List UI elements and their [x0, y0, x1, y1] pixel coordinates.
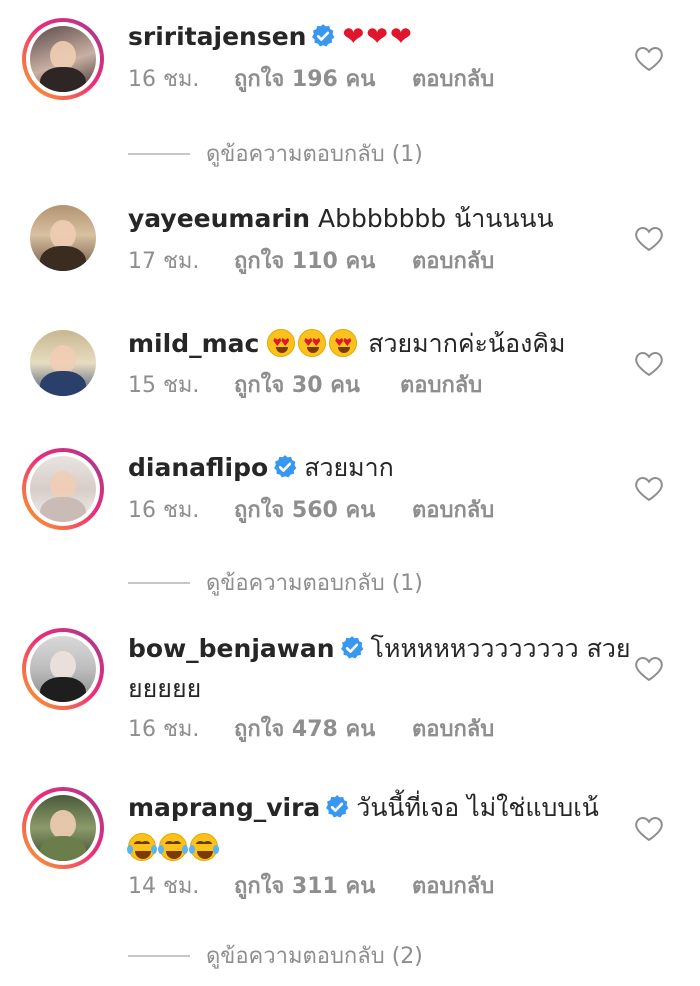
- comment-likes[interactable]: ถูกใจ 196 คน: [234, 66, 412, 94]
- avatar[interactable]: [22, 18, 104, 100]
- view-replies-button[interactable]: ดูข้อความตอบกลับ (2): [128, 938, 423, 973]
- heart-outline-icon[interactable]: [634, 814, 664, 842]
- verified-badge-icon: [312, 24, 335, 47]
- comment-meta: 17 ชม. ถูกใจ 110 คน ตอบกลับ: [128, 248, 494, 276]
- comment-likes[interactable]: ถูกใจ 311 คน: [234, 873, 412, 901]
- comment-time: 17 ชม.: [128, 249, 200, 274]
- view-replies-button[interactable]: ดูข้อความตอบกลับ (1): [128, 136, 423, 171]
- heart-outline-icon[interactable]: [634, 474, 664, 502]
- comment-text: วันนี้ที่เจอ ไม่ใช่แบบเน้: [356, 793, 599, 822]
- comment-username[interactable]: maprang_vira: [128, 793, 320, 822]
- view-replies-label: ดูข้อความตอบกลับ (2): [206, 944, 423, 969]
- comment-text: สวยมาก: [304, 453, 394, 482]
- comment-meta: 15 ชม. ถูกใจ 30 คน ตอบกลับ: [128, 372, 482, 400]
- reply-button[interactable]: ตอบกลับ: [412, 67, 494, 92]
- heart-outline-icon[interactable]: [634, 654, 664, 682]
- avatar[interactable]: [22, 787, 104, 869]
- reply-button[interactable]: ตอบกลับ: [412, 874, 494, 899]
- heart-eyes-emoji: [267, 329, 360, 358]
- reply-button[interactable]: ตอบกลับ: [412, 498, 494, 523]
- comment-likes[interactable]: ถูกใจ 560 คน: [234, 497, 412, 525]
- comment-text: Abbbbbbb น้านนนน: [317, 204, 554, 233]
- comment-meta: 16 ชม. ถูกใจ 196 คน ตอบกลับ: [128, 66, 494, 94]
- laughing-tears-emoji: [127, 833, 221, 862]
- avatar[interactable]: [22, 322, 104, 404]
- comment-username[interactable]: yayeeumarin: [128, 204, 310, 233]
- comment-text: โหหหหหวววววววว สวย: [370, 634, 631, 663]
- divider: [128, 954, 190, 957]
- view-replies-label: ดูข้อความตอบกลับ (1): [206, 142, 423, 167]
- comment-time: 16 ชม.: [128, 67, 200, 92]
- comment-meta: 16 ชม. ถูกใจ 478 คน ตอบกลับ: [128, 716, 494, 744]
- avatar[interactable]: [22, 197, 104, 279]
- comment-username[interactable]: mild_mac: [128, 329, 259, 358]
- verified-badge-icon: [274, 455, 297, 478]
- view-replies-label: ดูข้อความตอบกลับ (1): [206, 571, 423, 596]
- reply-button[interactable]: ตอบกลับ: [412, 249, 494, 274]
- avatar[interactable]: [22, 628, 104, 710]
- reply-button[interactable]: ตอบกลับ: [412, 717, 494, 742]
- comment-username[interactable]: dianaflipo: [128, 453, 268, 482]
- heart-outline-icon[interactable]: [634, 349, 664, 377]
- comment-meta: 14 ชม. ถูกใจ 311 คน ตอบกลับ: [128, 873, 494, 901]
- heart-outline-icon[interactable]: [634, 224, 664, 252]
- hearts-emoji: ❤❤❤: [342, 22, 414, 52]
- comment-text-continued: ยยยยย: [128, 674, 202, 703]
- comment-likes[interactable]: ถูกใจ 110 คน: [234, 248, 412, 276]
- comment-time: 16 ชม.: [128, 717, 200, 742]
- verified-badge-icon: [326, 795, 349, 818]
- comment-time: 14 ชม.: [128, 874, 200, 899]
- comment-likes[interactable]: ถูกใจ 478 คน: [234, 716, 412, 744]
- reply-button[interactable]: ตอบกลับ: [400, 373, 482, 398]
- comment-time: 15 ชม.: [128, 373, 200, 398]
- comment-text: สวยมากค่ะน้องคิม: [368, 329, 566, 358]
- comment-likes[interactable]: ถูกใจ 30 คน: [234, 372, 400, 400]
- verified-badge-icon: [340, 636, 363, 659]
- heart-outline-icon[interactable]: [634, 44, 664, 72]
- comment-meta: 16 ชม. ถูกใจ 560 คน ตอบกลับ: [128, 497, 494, 525]
- comment-username[interactable]: bow_benjawan: [128, 634, 335, 663]
- avatar[interactable]: [22, 448, 104, 530]
- divider: [128, 152, 190, 155]
- comment-username[interactable]: sriritajensen: [128, 22, 306, 51]
- comment-time: 16 ชม.: [128, 498, 200, 523]
- divider: [128, 581, 190, 584]
- view-replies-button[interactable]: ดูข้อความตอบกลับ (1): [128, 565, 423, 600]
